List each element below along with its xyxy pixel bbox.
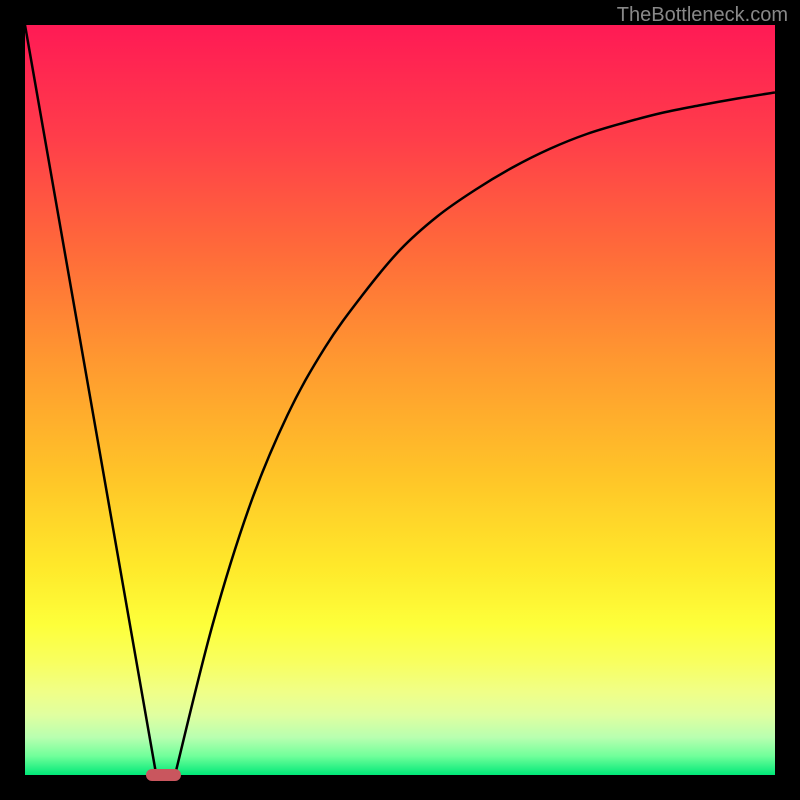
chart-container (25, 25, 775, 775)
watermark-text: TheBottleneck.com (617, 4, 788, 27)
gradient-background (25, 25, 775, 775)
bottleneck-marker (146, 769, 181, 781)
